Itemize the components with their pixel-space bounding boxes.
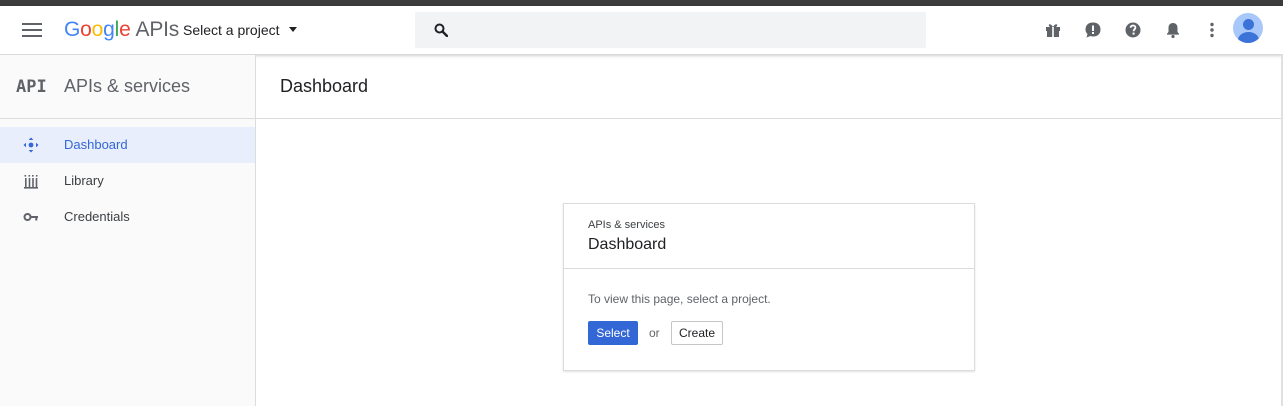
sidebar-item-label: Credentials: [64, 209, 130, 224]
search-bar[interactable]: [415, 12, 926, 48]
create-button[interactable]: Create: [671, 321, 723, 345]
google-apis-logo[interactable]: Google APIs: [64, 18, 179, 42]
sidebar-title: APIs & services: [64, 76, 191, 96]
or-separator: or: [649, 326, 660, 340]
avatar[interactable]: [1233, 13, 1263, 43]
help-icon[interactable]: [1123, 20, 1143, 40]
select-project-card: APIs & services Dashboard To view this p…: [563, 203, 975, 371]
notifications-icon[interactable]: [1163, 20, 1183, 40]
project-selector-label: Select a project: [183, 22, 280, 38]
logo-letter-e: e: [119, 18, 131, 41]
logo-suffix: APIs: [135, 18, 180, 41]
api-badge-icon: API: [16, 77, 47, 97]
sidebar-item-credentials[interactable]: Credentials: [0, 199, 255, 235]
logo-letter-g: G: [64, 18, 81, 41]
search-icon: [434, 23, 448, 37]
card-header: APIs & services Dashboard: [564, 204, 974, 269]
main-header: Dashboard: [256, 55, 1283, 119]
sidebar-header: API APIs & services: [0, 55, 255, 119]
card-message: To view this page, select a project.: [588, 292, 771, 306]
more-vert-icon[interactable]: [1202, 20, 1222, 40]
gift-icon[interactable]: [1043, 20, 1063, 40]
sidebar-item-label: Library: [64, 173, 104, 188]
sidebar-item-dashboard[interactable]: Dashboard: [0, 127, 255, 163]
caret-down-icon: [288, 26, 297, 32]
logo-letter-o2: o: [91, 18, 104, 41]
card-title: Dashboard: [588, 236, 667, 253]
project-selector[interactable]: Select a project: [183, 22, 297, 38]
sidebar-item-library[interactable]: Library: [0, 163, 255, 199]
top-app-bar: Google APIs Select a project: [0, 6, 1283, 55]
logo-letter-o1: o: [80, 18, 92, 41]
search-input[interactable]: [465, 18, 909, 44]
feedback-icon[interactable]: [1083, 20, 1103, 40]
logo-letter-g2: g: [103, 18, 115, 41]
select-button[interactable]: Select: [588, 321, 638, 345]
dashboard-icon: [23, 137, 39, 153]
sidebar: API APIs & services Dashboard Library Cr…: [0, 55, 256, 406]
sidebar-item-label: Dashboard: [64, 137, 128, 152]
menu-icon[interactable]: [14, 18, 50, 42]
page-title: Dashboard: [280, 76, 369, 96]
key-icon: [23, 213, 38, 221]
library-icon: [24, 175, 38, 189]
card-kicker: APIs & services: [588, 219, 666, 231]
